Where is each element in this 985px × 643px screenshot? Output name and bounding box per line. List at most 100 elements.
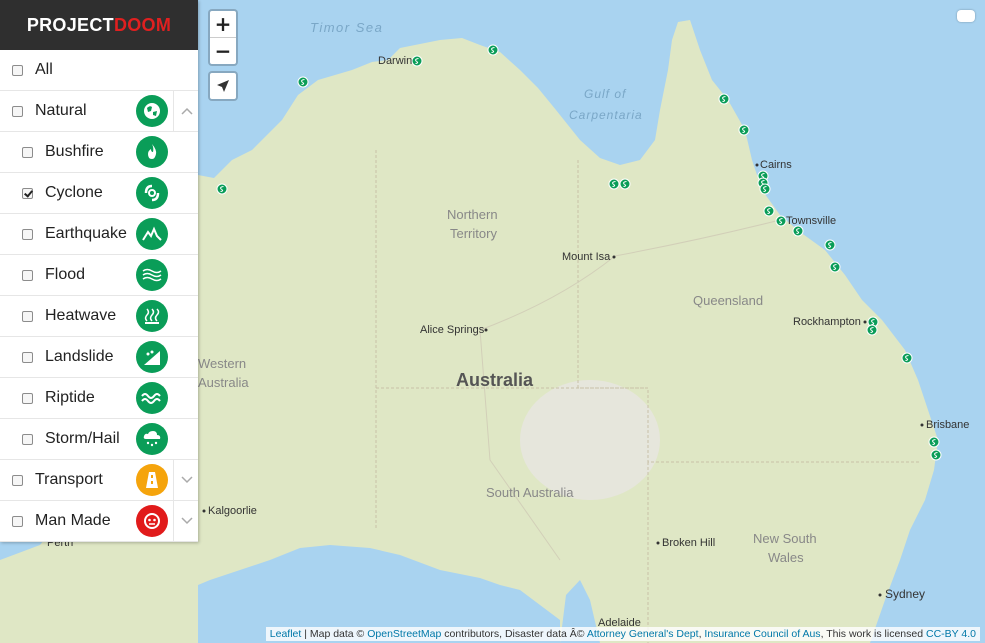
- label-cairns: Cairns: [760, 159, 792, 171]
- zoom-control: + −: [208, 9, 238, 66]
- cyclone-marker-icon[interactable]: [487, 44, 499, 56]
- label-wales: Wales: [768, 550, 804, 565]
- label-sydney: Sydney: [885, 587, 925, 601]
- attr-text-4: , This work is licensed: [820, 628, 926, 640]
- label-townsville: Townsville: [786, 215, 836, 227]
- checkbox-riptide[interactable]: [22, 392, 33, 404]
- layer-toggle-button[interactable]: [957, 10, 975, 22]
- chevron-down-icon[interactable]: [173, 501, 199, 541]
- cyclone-marker-icon[interactable]: [608, 178, 620, 190]
- checkbox-flood[interactable]: [22, 269, 33, 281]
- desert-area: [520, 380, 660, 500]
- checkbox-cyclone[interactable]: [22, 187, 33, 199]
- checkbox-heatwave[interactable]: [22, 310, 33, 322]
- category-label: Storm/Hail: [45, 430, 120, 447]
- attr-text-2: contributors, Disaster data Â©: [441, 628, 587, 640]
- category-list: All Natural Bushfire Cyclone Earthquake Flood…: [0, 50, 198, 542]
- cyclone-marker-icon[interactable]: [411, 55, 423, 67]
- checkbox-storm-hail[interactable]: [22, 433, 33, 445]
- category-row-bushfire[interactable]: Bushfire: [0, 132, 198, 173]
- label-timor-sea: Timor Sea: [310, 20, 383, 35]
- category-row-earthquake[interactable]: Earthquake: [0, 214, 198, 255]
- label-new-south: New South: [753, 531, 817, 546]
- category-row-transport[interactable]: Transport: [0, 460, 198, 501]
- label-brisbane: Brisbane: [926, 419, 969, 431]
- label-queensland: Queensland: [693, 293, 763, 308]
- label-western: Western: [198, 356, 246, 371]
- locate-arrow-icon: [217, 80, 229, 92]
- city-dot-kalgoorlie: [202, 509, 206, 513]
- cyclone-marker-icon[interactable]: [738, 124, 750, 136]
- cyclone-marker-icon[interactable]: [829, 261, 841, 273]
- osm-link[interactable]: OpenStreetMap: [367, 628, 441, 640]
- globe-icon: [136, 95, 168, 127]
- category-row-storm-hail[interactable]: Storm/Hail: [0, 419, 198, 460]
- locate-button[interactable]: [208, 71, 238, 101]
- checkbox-earthquake[interactable]: [22, 228, 33, 240]
- zoom-in-button[interactable]: +: [210, 11, 236, 37]
- filter-panel: PROJECT DOOM All Natural Bushfire Cyclone Ear…: [0, 0, 198, 542]
- checkbox-all[interactable]: [12, 64, 23, 76]
- city-dot-brisbane: [920, 423, 924, 427]
- checkbox-natural[interactable]: [12, 105, 23, 117]
- cyclone-marker-icon[interactable]: [792, 225, 804, 237]
- category-label: Earthquake: [45, 225, 127, 242]
- category-label: Heatwave: [45, 307, 117, 324]
- label-south-australia: South Australia: [486, 485, 574, 500]
- category-label: Bushfire: [45, 143, 104, 160]
- zoom-out-button[interactable]: −: [210, 37, 236, 64]
- category-row-natural[interactable]: Natural: [0, 91, 198, 132]
- cyclone-marker-icon[interactable]: [824, 239, 836, 251]
- category-row-heatwave[interactable]: Heatwave: [0, 296, 198, 337]
- city-dot-broken-hill: [656, 541, 660, 545]
- transport-icon: [136, 464, 168, 496]
- category-row-cyclone[interactable]: Cyclone: [0, 173, 198, 214]
- label-wa-australia: Australia: [198, 375, 249, 390]
- category-row-flood[interactable]: Flood: [0, 255, 198, 296]
- cyclone-marker-icon[interactable]: [759, 183, 771, 195]
- cyclone-icon: [136, 177, 168, 209]
- cyclone-marker-icon[interactable]: [866, 324, 878, 336]
- fire-icon: [136, 136, 168, 168]
- city-dot-rockhampton: [863, 320, 867, 324]
- earthquake-icon: [136, 218, 168, 250]
- cyclone-marker-icon[interactable]: [216, 183, 228, 195]
- chevron-up-icon[interactable]: [173, 91, 199, 131]
- checkbox-landslide[interactable]: [22, 351, 33, 363]
- label-rockhampton: Rockhampton: [793, 316, 861, 328]
- city-dot-cairns: [755, 163, 759, 167]
- city-dot-sydney: [878, 593, 882, 597]
- riptide-icon: [136, 382, 168, 414]
- cyclone-marker-icon[interactable]: [619, 178, 631, 190]
- label-mount-isa: Mount Isa: [562, 251, 611, 263]
- label-alice-springs: Alice Springs: [420, 324, 485, 336]
- cyclone-marker-icon[interactable]: [928, 436, 940, 448]
- checkbox-man-made[interactable]: [12, 515, 23, 527]
- category-label: Flood: [45, 266, 86, 283]
- category-row-all[interactable]: All: [0, 50, 198, 91]
- heatwave-icon: [136, 300, 168, 332]
- leaflet-link[interactable]: Leaflet: [270, 628, 302, 640]
- label-gulf: Gulf of: [584, 87, 627, 101]
- agd-link[interactable]: Attorney General's Dept: [587, 628, 699, 640]
- cyclone-marker-icon[interactable]: [775, 215, 787, 227]
- cyclone-marker-icon[interactable]: [930, 449, 942, 461]
- cyclone-marker-icon[interactable]: [901, 352, 913, 364]
- cyclone-marker-icon[interactable]: [763, 205, 775, 217]
- logo-project: PROJECT: [26, 14, 114, 35]
- checkbox-bushfire[interactable]: [22, 146, 33, 158]
- license-link[interactable]: CC-BY 4.0: [926, 628, 976, 640]
- checkbox-transport[interactable]: [12, 474, 23, 486]
- category-row-landslide[interactable]: Landslide: [0, 337, 198, 378]
- cyclone-marker-icon[interactable]: [718, 93, 730, 105]
- storm-icon: [136, 423, 168, 455]
- category-label: All: [35, 61, 53, 78]
- category-row-man-made[interactable]: Man Made: [0, 501, 198, 542]
- attribution-bar: Leaflet | Map data © OpenStreetMap contr…: [265, 627, 980, 641]
- ica-link[interactable]: Insurance Council of Aus: [704, 628, 820, 640]
- landslide-icon: [136, 341, 168, 373]
- cyclone-marker-icon[interactable]: [297, 76, 309, 88]
- chevron-down-icon[interactable]: [173, 460, 199, 500]
- app-logo: PROJECT DOOM: [0, 0, 198, 50]
- category-row-riptide[interactable]: Riptide: [0, 378, 198, 419]
